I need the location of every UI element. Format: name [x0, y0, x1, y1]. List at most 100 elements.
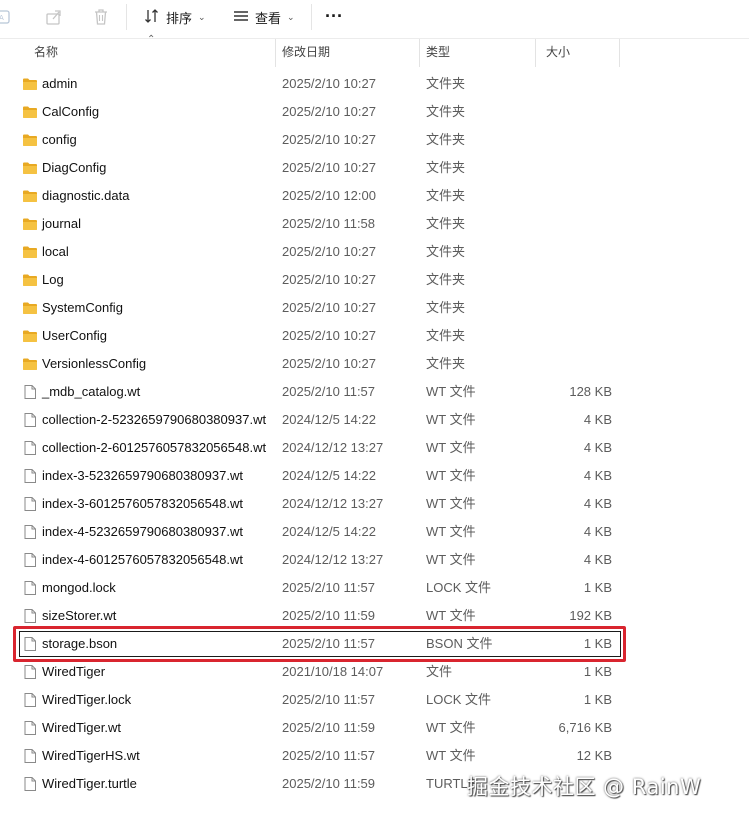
file-type: 文件夹	[426, 328, 466, 343]
file-name: local	[42, 244, 69, 259]
file-type: WT 文件	[426, 496, 476, 511]
sort-icon	[144, 8, 160, 27]
file-size: 4 KB	[583, 496, 612, 511]
file-name: collection-2-6012576057832056548.wt	[42, 440, 267, 455]
modified-date: 2025/2/10 10:27	[282, 132, 376, 147]
file-row[interactable]: index-4-5232659790680380937.wt 2024/12/5 …	[0, 518, 749, 546]
file-row[interactable]: WiredTigerHS.wt 2025/2/10 11:57 WT 文件 12 KB	[0, 742, 749, 770]
column-type-header[interactable]: 类型	[426, 39, 450, 67]
file-name: index-4-6012576057832056548.wt	[42, 552, 243, 567]
file-type: WT 文件	[426, 748, 476, 763]
column-header: 名称 修改日期 类型 大小	[0, 38, 749, 67]
column-divider[interactable]	[535, 39, 536, 67]
file-type: LOCK 文件	[426, 580, 492, 595]
folder-row[interactable]: journal 2025/2/10 11:58 文件夹	[0, 210, 749, 238]
file-name: Log	[42, 272, 64, 287]
file-type: 文件夹	[426, 104, 466, 119]
modified-date: 2024/12/12 13:27	[282, 440, 384, 455]
rename-icon[interactable]: A	[0, 6, 14, 28]
column-divider[interactable]	[419, 39, 420, 67]
file-name: index-4-5232659790680380937.wt	[42, 524, 243, 539]
file-size	[540, 154, 612, 182]
modified-date: 2025/2/10 10:27	[282, 160, 376, 175]
command-bar: A 排序 ⌄ 查看 ⌄ ···	[0, 0, 749, 36]
file-type: 文件	[426, 664, 453, 679]
file-row[interactable]: collection-2-5232659790680380937.wt 2024/…	[0, 406, 749, 434]
file-icon	[22, 776, 38, 792]
toolbar-separator	[126, 4, 127, 30]
column-divider[interactable]	[619, 39, 620, 67]
modified-date: 2024/12/12 13:27	[282, 496, 384, 511]
column-divider[interactable]	[275, 39, 276, 67]
file-type: WT 文件	[426, 384, 476, 399]
folder-icon	[22, 104, 38, 120]
file-row[interactable]: index-3-5232659790680380937.wt 2024/12/5 …	[0, 462, 749, 490]
folder-row[interactable]: Log 2025/2/10 10:27 文件夹	[0, 266, 749, 294]
view-icon	[233, 8, 249, 27]
file-name: config	[42, 132, 77, 147]
share-icon[interactable]	[43, 6, 65, 28]
file-icon	[22, 384, 38, 400]
file-name: CalConfig	[42, 104, 100, 119]
file-size: 1 KB	[583, 664, 612, 679]
modified-date: 2024/12/5 14:22	[282, 468, 376, 483]
file-row[interactable]: WiredTiger.wt 2025/2/10 11:59 WT 文件 6,716 K…	[0, 714, 749, 742]
file-name: DiagConfig	[42, 160, 107, 175]
folder-row[interactable]: admin 2025/2/10 10:27 文件夹	[0, 70, 749, 98]
file-icon	[22, 580, 38, 596]
file-icon	[22, 748, 38, 764]
modified-date: 2025/2/10 10:27	[282, 328, 376, 343]
file-row[interactable]: mongod.lock 2025/2/10 11:57 LOCK 文件 1 KB	[0, 574, 749, 602]
file-size: 1 KB	[583, 692, 612, 707]
folder-row[interactable]: local 2025/2/10 10:27 文件夹	[0, 238, 749, 266]
file-row[interactable]: _mdb_catalog.wt 2025/2/10 11:57 WT 文件 128 K…	[0, 378, 749, 406]
file-size: 4 KB	[583, 524, 612, 539]
folder-icon	[22, 356, 38, 372]
folder-row[interactable]: VersionlessConfig 2025/2/10 10:27 文件夹	[0, 350, 749, 378]
delete-icon[interactable]	[90, 6, 112, 28]
column-size-header[interactable]: 大小	[546, 39, 570, 67]
folder-row[interactable]: UserConfig 2025/2/10 10:27 文件夹	[0, 322, 749, 350]
file-type: 文件夹	[426, 216, 466, 231]
file-icon	[22, 496, 38, 512]
column-date-header[interactable]: 修改日期	[282, 39, 330, 67]
file-name: UserConfig	[42, 328, 108, 343]
file-row[interactable]: index-3-6012576057832056548.wt 2024/12/12…	[0, 490, 749, 518]
file-icon	[22, 552, 38, 568]
modified-date: 2025/2/10 11:57	[282, 384, 376, 399]
file-size: 4 KB	[583, 468, 612, 483]
file-name: WiredTiger.turtle	[42, 776, 137, 791]
file-size: 4 KB	[583, 412, 612, 427]
file-row[interactable]: WiredTiger.lock 2025/2/10 11:57 LOCK 文件 1 K…	[0, 686, 749, 714]
modified-date: 2025/2/10 11:58	[282, 216, 376, 231]
file-type: 文件夹	[426, 76, 466, 91]
folder-icon	[22, 188, 38, 204]
file-row[interactable]: index-4-6012576057832056548.wt 2024/12/12…	[0, 546, 749, 574]
file-name: VersionlessConfig	[42, 356, 147, 371]
folder-row[interactable]: SystemConfig 2025/2/10 10:27 文件夹	[0, 294, 749, 322]
file-icon	[22, 468, 38, 484]
folder-row[interactable]: config 2025/2/10 10:27 文件夹	[0, 126, 749, 154]
column-name-header[interactable]: 名称	[34, 39, 58, 67]
folder-icon	[22, 328, 38, 344]
folder-row[interactable]: diagnostic.data 2025/2/10 12:00 文件夹	[0, 182, 749, 210]
file-name: WiredTigerHS.wt	[42, 748, 140, 763]
file-size: 4 KB	[583, 552, 612, 567]
chevron-down-icon: ⌄	[198, 11, 206, 22]
file-row[interactable]: collection-2-6012576057832056548.wt 2024/…	[0, 434, 749, 462]
file-icon	[22, 720, 38, 736]
sort-dropdown[interactable]: 排序 ⌄	[144, 6, 206, 28]
file-type: WT 文件	[426, 412, 476, 427]
file-size: 6,716 KB	[558, 720, 613, 735]
file-size	[540, 238, 612, 266]
file-size	[540, 98, 612, 126]
more-options-icon[interactable]: ···	[325, 6, 355, 28]
file-row[interactable]: WiredTiger 2021/10/18 14:07 文件 1 KB	[0, 658, 749, 686]
view-dropdown[interactable]: 查看 ⌄	[233, 6, 295, 28]
file-size	[540, 182, 612, 210]
toolbar-separator	[311, 4, 312, 30]
folder-row[interactable]: DiagConfig 2025/2/10 10:27 文件夹	[0, 154, 749, 182]
file-type: 文件夹	[426, 244, 466, 259]
folder-icon	[22, 76, 38, 92]
folder-row[interactable]: CalConfig 2025/2/10 10:27 文件夹	[0, 98, 749, 126]
